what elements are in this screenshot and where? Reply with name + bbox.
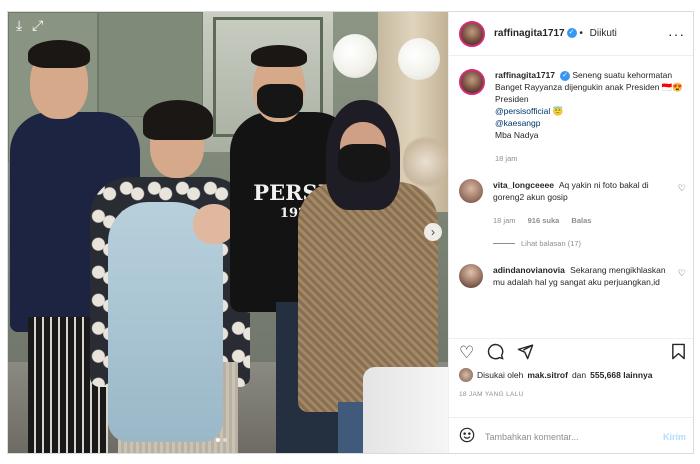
comment-item: adindanovianovia Sekarang mengikhlaskan … (459, 264, 686, 288)
caption: raffinagita1717 ✓ Seneng suatu kehormatan… (459, 69, 686, 165)
comment-box: Kirim (449, 417, 693, 453)
avatar[interactable] (459, 264, 483, 288)
caption-line2: Mba Nadya (495, 130, 539, 140)
post-time[interactable]: 18 JAM YANG LALU (459, 391, 524, 398)
download-icon[interactable]: ⤓ (16, 18, 22, 32)
verified-badge-icon: ✓ (566, 28, 577, 39)
view-replies-button[interactable]: Lihat balasan (17) (493, 239, 686, 248)
avatar[interactable] (459, 179, 483, 203)
share-icon[interactable] (517, 343, 534, 363)
pendant-lamp (333, 34, 377, 78)
caption-text: raffinagita1717 ✓ Seneng suatu kehormatan… (495, 69, 686, 165)
view-replies-label: Lihat balasan (17) (521, 239, 582, 248)
likes-joiner: dan (571, 370, 587, 380)
replies-line (493, 243, 515, 244)
comment-likes[interactable]: 916 suka (528, 216, 560, 225)
comment-text: vita_longceeee Aq yakin ni foto bakal di… (493, 179, 668, 227)
post-photo[interactable]: PERSIS 1923 ⤓ ⤢ › (8, 12, 448, 453)
avatar[interactable] (459, 20, 485, 47)
caption-meta: 18 jam (495, 153, 686, 165)
caption-emoji: 😇 (552, 106, 564, 116)
comment-item: vita_longceeee Aq yakin ni foto bakal di… (459, 179, 686, 227)
baby-face (193, 204, 235, 244)
follow-status-button[interactable]: Diikuti (590, 28, 617, 39)
more-dots-icon[interactable]: ··· (668, 26, 685, 42)
heart-icon[interactable]: ♡ (459, 344, 474, 361)
comment-username[interactable]: vita_longceeee (493, 180, 554, 190)
header-username[interactable]: raffinagita1717 (494, 28, 565, 39)
post-comment-button[interactable]: Kirim (663, 432, 686, 442)
hair (143, 100, 213, 140)
caption-username[interactable]: raffinagita1717 (495, 70, 555, 80)
emoji-icon[interactable] (459, 427, 475, 447)
face-mask (338, 144, 390, 182)
comment-input[interactable] (485, 431, 663, 442)
caption-time[interactable]: 18 jam (495, 154, 518, 163)
comment-time[interactable]: 18 jam (493, 216, 516, 225)
post-header: raffinagita1717 ✓ • Diikuti ··· (449, 12, 693, 56)
carousel-dot (223, 438, 227, 442)
heart-icon[interactable]: ♡ (678, 182, 686, 227)
separator-dot: • (579, 28, 583, 39)
comments-area: raffinagita1717 ✓ Seneng suatu kehormatan… (449, 56, 693, 326)
hair (28, 40, 90, 68)
face-mask (257, 84, 303, 118)
instagram-post: PERSIS 1923 ⤓ ⤢ › raffinagita17 (7, 11, 694, 454)
mention-kaesangp[interactable]: @kaesangp (495, 118, 541, 128)
comment-text: adindanovianovia Sekarang mengikhlaskan … (493, 264, 668, 288)
post-side-panel: raffinagita1717 ✓ • Diikuti ··· raffinagi… (448, 12, 693, 453)
heart-icon[interactable]: ♡ (678, 267, 686, 288)
likes-prefix: Disukai oleh (477, 370, 524, 380)
chair (363, 367, 448, 453)
pendant-lamp (398, 38, 440, 80)
comment-username[interactable]: adindanovianovia (493, 265, 565, 275)
collapse-icon[interactable]: ⤢ (32, 18, 43, 32)
liker-username[interactable]: mak.sitrof (527, 370, 568, 380)
comment-meta: 18 jam 916 suka Balas (493, 215, 668, 227)
chevron-right-icon[interactable]: › (424, 223, 442, 241)
comment-icon[interactable] (487, 343, 504, 363)
reply-button[interactable]: Balas (571, 216, 591, 225)
likes-count[interactable]: 555,668 lainnya (590, 370, 652, 380)
avatar[interactable] (459, 69, 485, 95)
hair (251, 45, 307, 67)
action-bar: ♡ (449, 338, 693, 366)
likes-summary: Disukai oleh mak.sitrof dan 555,668 lain… (459, 368, 687, 382)
carousel-dot (216, 438, 220, 442)
mention-persisofficial[interactable]: @persisofficial (495, 106, 550, 116)
liker-avatar[interactable] (459, 368, 473, 382)
verified-badge-icon: ✓ (560, 70, 570, 81)
bookmark-icon[interactable] (671, 343, 686, 363)
carousel-dots (216, 438, 227, 442)
